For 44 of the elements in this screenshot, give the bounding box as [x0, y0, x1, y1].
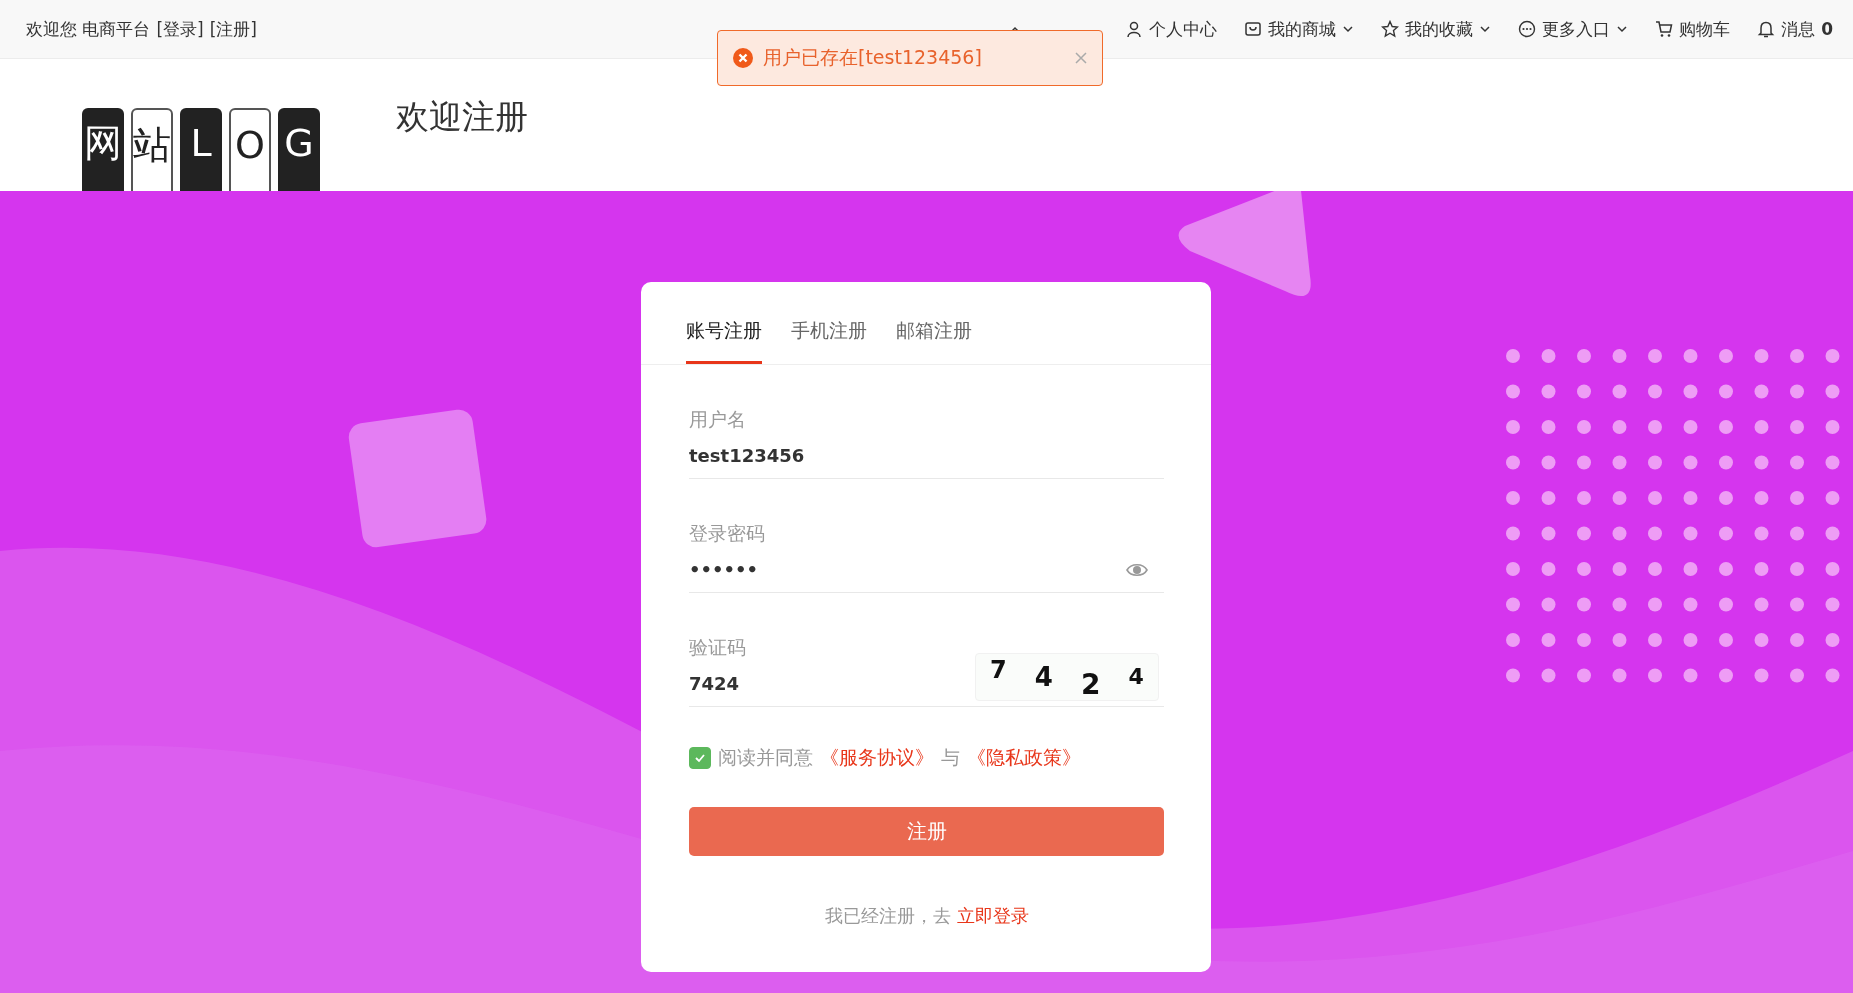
tab[interactable]: 账号注册: [686, 282, 762, 364]
field-label: 登录密码: [689, 521, 766, 546]
toast-message: 用户已存在[test123456]: [763, 45, 982, 70]
more-icon[interactable]: [1518, 20, 1537, 38]
nav-item[interactable]: 消息 0: [1757, 17, 1833, 41]
logo-tile: G: [278, 108, 320, 191]
top-link[interactable]: [注册]: [209, 17, 257, 41]
caret-icon[interactable]: [1616, 23, 1629, 35]
input-field[interactable]: 7424: [689, 673, 975, 694]
nav-item[interactable]: 更多入口: [1518, 17, 1629, 41]
top-link[interactable]: [登录]: [156, 17, 204, 41]
input-field[interactable]: test123456: [689, 445, 1164, 466]
person-icon[interactable]: [1125, 20, 1144, 38]
login-link[interactable]: 立即登录: [956, 904, 1029, 928]
cart-icon[interactable]: [1655, 20, 1674, 38]
captcha-image[interactable]: 7 4 2 4: [975, 652, 1159, 701]
welcome-text: 欢迎您 电商平台: [26, 17, 151, 41]
caret-icon[interactable]: [1342, 23, 1355, 35]
logo-tile: L: [180, 108, 222, 191]
nav-item[interactable]: 我的商城: [1244, 17, 1355, 41]
agreement-link[interactable]: 《隐私政策》: [967, 745, 1081, 771]
nav-item[interactable]: 购物车: [1655, 17, 1731, 41]
agreement-text: 阅读并同意: [718, 745, 813, 770]
logo-tile: 站: [131, 108, 173, 191]
input-field[interactable]: ••••••: [689, 559, 1126, 580]
tab[interactable]: 邮箱注册: [896, 282, 972, 364]
tab[interactable]: 手机注册: [791, 282, 867, 364]
logo-tile: O: [229, 108, 271, 191]
page-title: 欢迎注册: [396, 96, 528, 138]
field-label: 验证码: [689, 635, 747, 660]
checkbox[interactable]: [689, 747, 711, 769]
caret-icon[interactable]: [1479, 23, 1492, 35]
field-label: 用户名: [689, 407, 747, 432]
bag-icon[interactable]: [1244, 20, 1263, 38]
error-icon: [732, 47, 754, 69]
eye-icon[interactable]: [1126, 561, 1148, 578]
nav-item[interactable]: 个人中心: [1125, 17, 1218, 41]
bell-icon[interactable]: [1757, 20, 1776, 38]
footer-text: 我已经注册，去: [824, 904, 951, 928]
star-icon[interactable]: [1381, 20, 1400, 38]
agreement-text: 与: [941, 745, 960, 770]
nav-item[interactable]: 我的收藏: [1381, 17, 1492, 41]
logo-tile: 网: [82, 108, 124, 191]
agreement-link[interactable]: 《服务协议》: [820, 745, 934, 771]
